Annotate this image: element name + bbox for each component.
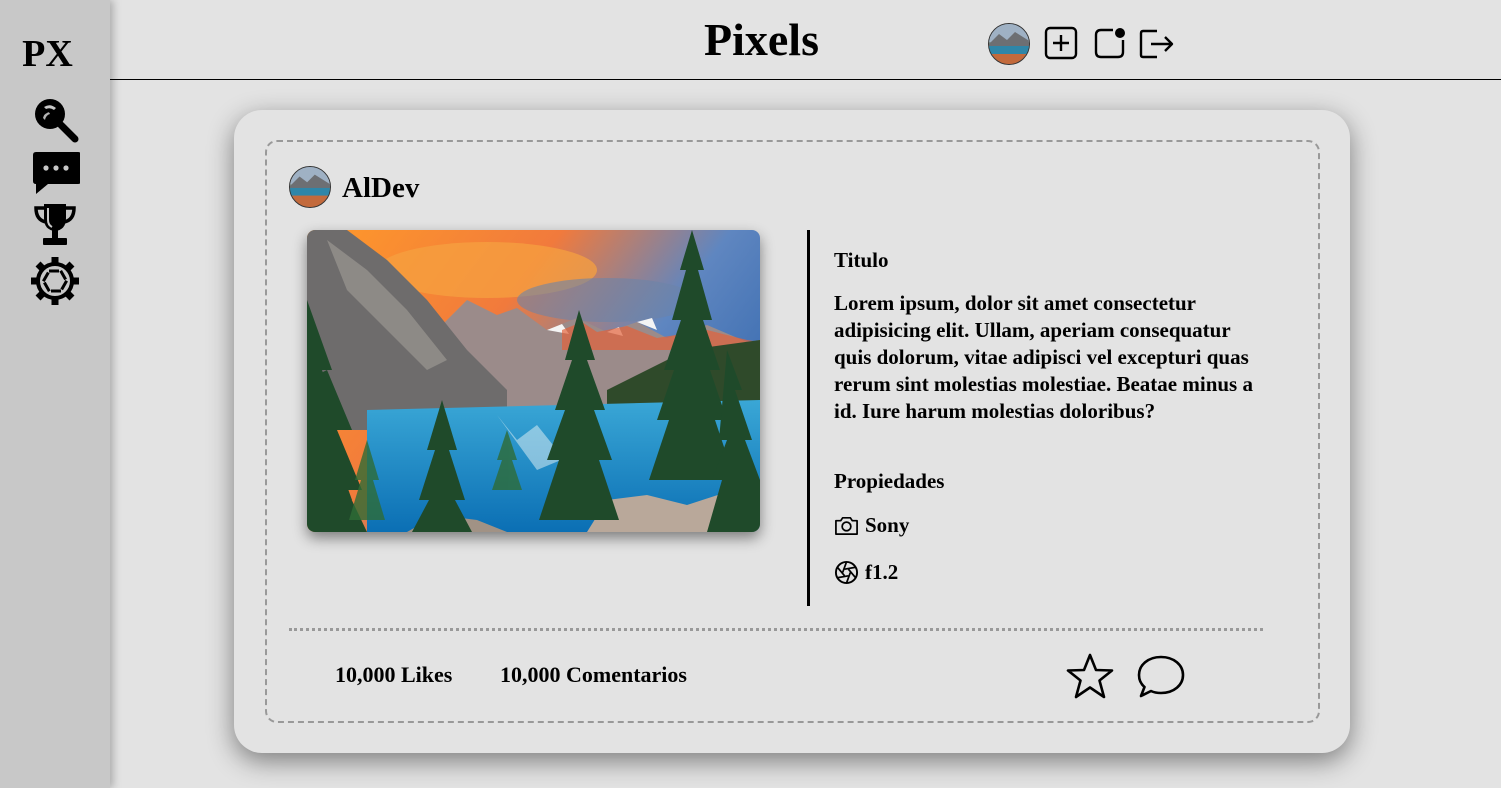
camera-property: Sony (834, 512, 909, 539)
search-icon[interactable] (30, 94, 80, 144)
post-image[interactable] (307, 230, 760, 532)
sidebar: PX (0, 0, 110, 788)
top-header: Pixels (110, 0, 1501, 80)
aperture-icon (834, 560, 859, 585)
post-card: AlDev Titulo Lorem ipsum, dolor sit amet… (234, 110, 1350, 753)
properties-heading: Propiedades (834, 469, 945, 493)
app-title: Pixels (704, 14, 819, 65)
comments-count[interactable]: 10,000 Comentarios (500, 660, 687, 690)
camera-value: Sony (865, 513, 910, 537)
author-avatar[interactable] (289, 166, 331, 208)
likes-count[interactable]: 10,000 Likes (335, 660, 452, 690)
star-icon[interactable] (1065, 652, 1115, 702)
horizontal-divider (289, 628, 1263, 631)
author-name[interactable]: AlDev (342, 171, 419, 205)
trophy-icon[interactable] (30, 200, 80, 250)
user-avatar[interactable] (988, 23, 1030, 65)
post-description: Lorem ipsum, dolor sit amet consectetur … (834, 291, 1253, 423)
notifications-icon[interactable] (1093, 26, 1127, 60)
camera-icon (835, 516, 858, 536)
aperture-value: f1.2 (865, 560, 899, 584)
aperture-property: f1.2 (834, 559, 898, 586)
avatar-landscape-icon (290, 167, 330, 207)
post-title: Titulo (834, 248, 889, 272)
landscape-photo (307, 230, 760, 532)
post-content: AlDev Titulo Lorem ipsum, dolor sit amet… (265, 140, 1320, 723)
vertical-divider (807, 230, 810, 606)
settings-icon[interactable] (30, 256, 80, 306)
logo: PX (22, 33, 73, 75)
comment-icon[interactable] (1136, 652, 1186, 702)
chat-icon[interactable] (30, 146, 80, 196)
logout-icon[interactable] (1139, 28, 1175, 60)
add-icon[interactable] (1044, 26, 1078, 60)
avatar-landscape-icon (989, 24, 1029, 64)
